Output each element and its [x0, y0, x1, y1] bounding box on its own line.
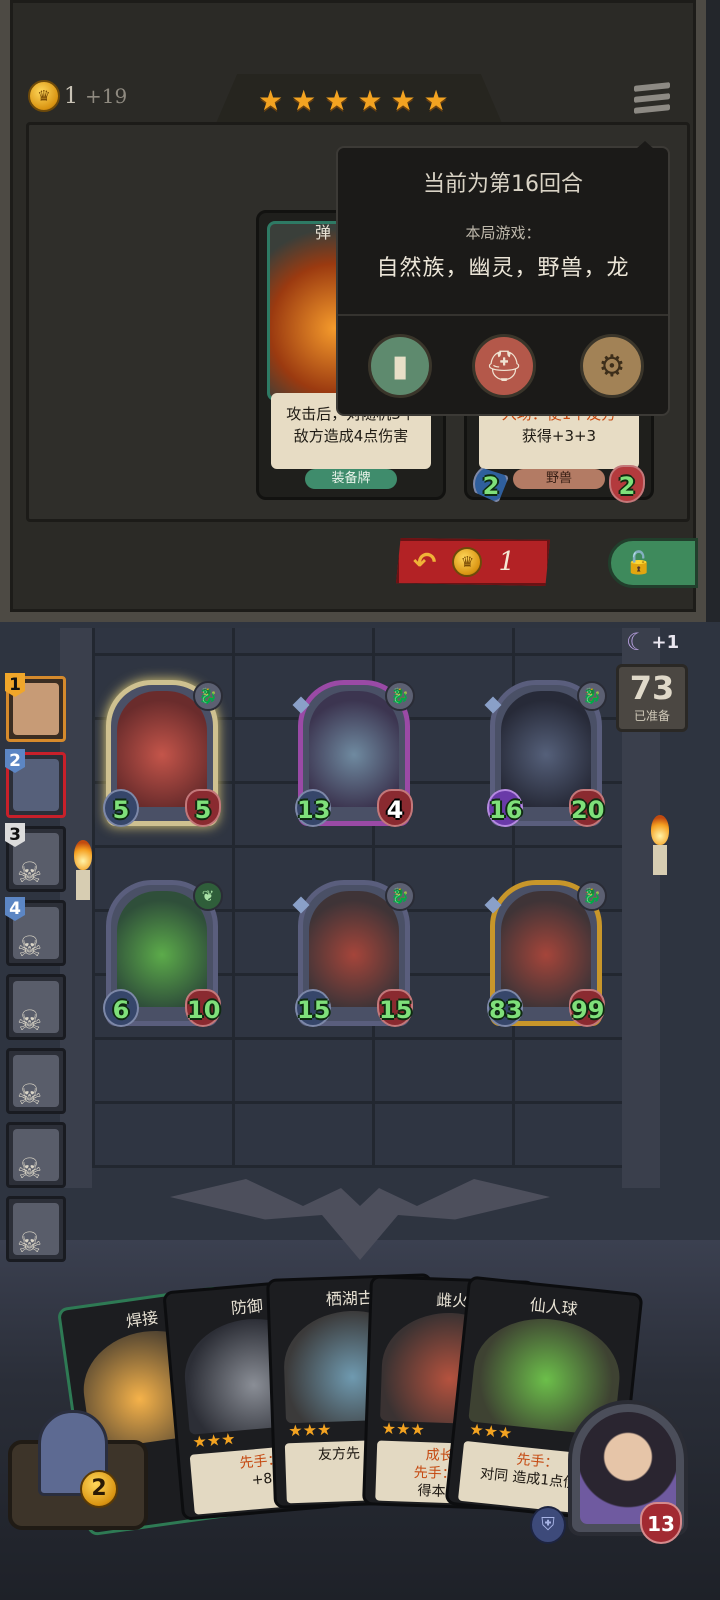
leaderboard-player-4[interactable]: ☠ 4: [5, 897, 66, 966]
star-icon: ★: [390, 84, 416, 117]
minion-ghost[interactable]: 🐉 16 20: [484, 680, 607, 827]
card-attack: 2: [473, 465, 509, 503]
torch-icon: [648, 815, 672, 885]
hero-button[interactable]: ⛑: [472, 334, 536, 398]
card-title: 弹: [315, 223, 332, 242]
leaderboard-player-6[interactable]: ☠: [6, 1048, 66, 1114]
gold-amount: 1: [64, 83, 78, 109]
book-icon: ▮: [391, 348, 409, 384]
card-tribe-tag: 野兽: [513, 469, 605, 489]
leaderboard-player-8[interactable]: ☠: [6, 1196, 66, 1262]
nature-tribe-icon: ❦: [193, 881, 223, 911]
minion-attack: 6: [103, 989, 139, 1027]
refresh-arrow-icon: ↶: [413, 545, 437, 579]
minion-beast[interactable]: 🐉 13 4: [292, 680, 415, 827]
star-icon: ★: [258, 84, 284, 117]
dragon-tribe-icon: 🐉: [385, 681, 415, 711]
minion-attack: 13: [295, 789, 331, 827]
skull-icon: ☠: [17, 856, 43, 889]
leaderboard-player-3[interactable]: ☠ 3: [5, 823, 66, 892]
moon-bonus: ☾ +1: [626, 628, 680, 656]
dragon-tribe-icon: 🐉: [193, 681, 223, 711]
minion-fire-dragon[interactable]: 🐉 15 15: [292, 880, 415, 1027]
leaderboard-player-1[interactable]: 1: [5, 673, 66, 742]
menu-button[interactable]: [634, 82, 670, 118]
skull-icon: ☠: [17, 1004, 43, 1037]
game-tribes: 自然族，幽灵，野兽，龙: [376, 256, 630, 281]
tavern-tier-stars: ★ ★ ★ ★ ★ ★: [258, 84, 449, 118]
dragon-tribe-icon: 🐉: [577, 681, 607, 711]
coin-badge: 2: [80, 1470, 118, 1508]
star-icon: ★★★: [288, 1419, 332, 1441]
minion-health: 5: [185, 789, 221, 827]
minion-cactus[interactable]: ❦ 6 10: [103, 880, 223, 1027]
minion-attack: 83: [487, 989, 523, 1027]
star-icon: ★: [324, 84, 350, 117]
minion-health: 20: [569, 789, 605, 827]
skull-icon: ☠: [17, 1152, 43, 1185]
minion-health: 4: [377, 789, 413, 827]
leaderboard-player-7[interactable]: ☠: [6, 1122, 66, 1188]
star-icon: ★★★: [191, 1428, 237, 1452]
minion-health: 99: [569, 989, 605, 1027]
minion-health: 15: [377, 989, 413, 1027]
star-icon: ★★★: [381, 1418, 426, 1440]
star-icon: ★★★: [468, 1419, 514, 1443]
minion-health: 10: [185, 989, 221, 1027]
card-health: 2: [609, 465, 645, 503]
minion-attack: 16: [487, 789, 523, 827]
refresh-cost: 1: [498, 547, 516, 577]
torch-icon: [72, 840, 94, 900]
divider: [338, 314, 668, 316]
armor-shield-icon[interactable]: ⛨: [530, 1506, 566, 1544]
hero-health: 13: [640, 1502, 682, 1544]
gold-income: +19: [85, 83, 128, 108]
round-text: 当前为第16回合: [423, 172, 583, 197]
minion-attack: 5: [103, 789, 139, 827]
star-icon: ★: [357, 84, 383, 117]
minion-golden-fire-dragon[interactable]: 🐉 83 99: [484, 880, 607, 1027]
refresh-button[interactable]: ↶ ♛ 1: [396, 538, 550, 586]
hamburger-menu-icon: [634, 82, 670, 92]
skull-icon: ☠: [17, 930, 43, 963]
settings-button[interactable]: ⚙: [580, 334, 644, 398]
leaderboard-player-2[interactable]: 2: [5, 749, 66, 818]
moon-icon: ☾: [626, 628, 648, 656]
coin-icon: ♛: [28, 80, 60, 112]
coin-icon: ♛: [452, 547, 483, 577]
freeze-button[interactable]: 🔓: [608, 538, 698, 588]
ready-counter: 73 已准备: [616, 664, 688, 732]
lock-icon: 🔓: [625, 550, 653, 576]
card-type-tag: 装备牌: [305, 469, 397, 489]
dragon-tribe-icon: 🐉: [385, 881, 415, 911]
star-icon: ★: [423, 84, 449, 117]
skull-icon: ☠: [17, 1078, 43, 1111]
gear-icon: ⚙: [598, 348, 626, 384]
gold-counter: ♛ 1 +19: [28, 80, 127, 112]
codex-button[interactable]: ▮: [368, 334, 432, 398]
minion-attack: 15: [295, 989, 331, 1027]
minion-dragon[interactable]: 🐉 5 5: [103, 680, 223, 827]
game-tribes-label: 本局游戏：: [465, 224, 541, 242]
star-icon: ★: [291, 84, 317, 117]
dragon-tribe-icon: 🐉: [577, 881, 607, 911]
skull-icon: ☠: [17, 1226, 43, 1259]
game-info-popup: 当前为第16回合 本局游戏： 自然族，幽灵，野兽，龙 ▮ ⛑ ⚙: [336, 141, 670, 416]
helmet-icon: ⛑: [484, 348, 524, 384]
leaderboard-player-5[interactable]: ☠: [6, 974, 66, 1040]
